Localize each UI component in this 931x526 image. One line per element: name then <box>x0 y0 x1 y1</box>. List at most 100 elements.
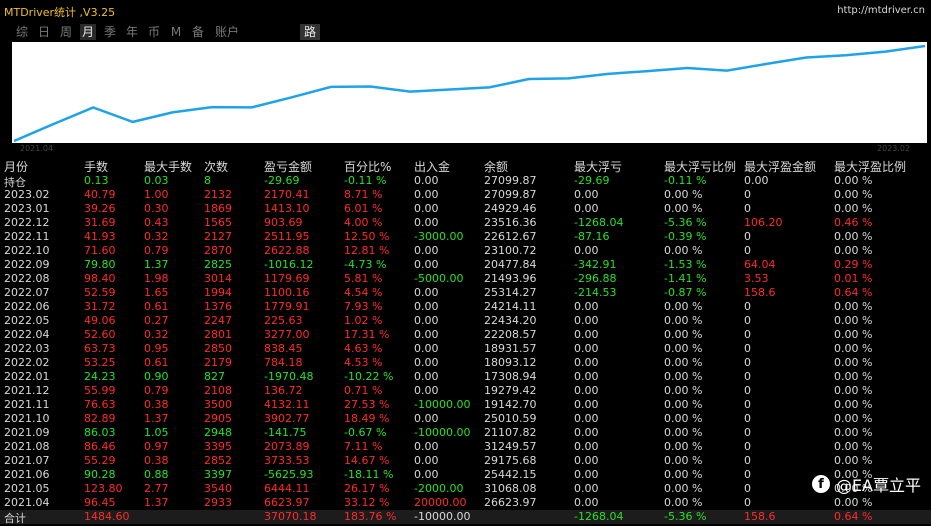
table-cell: 0.00 % <box>664 342 703 355</box>
table-cell: 8.71 % <box>344 188 383 201</box>
tab-8[interactable]: 备 <box>190 24 206 40</box>
table-row[interactable]: 2023.02 40.79 1.00 2132 2170.41 8.71 % 0.00 270… <box>0 188 931 202</box>
table-cell: 3.53 <box>744 272 769 285</box>
table-cell: 0.00 <box>414 216 439 229</box>
table-row[interactable]: 2021.12 55.99 0.79 2108 136.72 0.71 % 0.00 1927… <box>0 384 931 398</box>
table-row[interactable]: 2022.07 52.59 1.65 1994 1100.16 4.54 % 0.00 253… <box>0 286 931 300</box>
table-row[interactable]: 2021.07 55.29 0.38 2852 3733.53 14.67 % 0.00 29… <box>0 454 931 468</box>
table-row[interactable]: 2021.06 90.28 0.88 3397 -5625.93 -18.11 % 0.00… <box>0 468 931 482</box>
table-cell: 838.45 <box>264 342 303 355</box>
table-row[interactable]: 2023.01 39.26 0.30 1869 1413.10 6.01 % 0.00 249… <box>0 202 931 216</box>
table-row[interactable]: 2022.11 41.93 0.32 2127 2511.95 12.50 % -3000.… <box>0 230 931 244</box>
table-cell: 0.00 % <box>834 202 873 215</box>
tab-3[interactable]: 月 <box>80 24 96 40</box>
table-cell: 0.00 <box>574 440 599 453</box>
table-row[interactable]: 2022.02 53.25 0.61 2179 784.18 4.53 % 0.00 1809… <box>0 356 931 370</box>
table-row[interactable]: 2021.04 96.45 1.37 2933 6623.97 33.12 % 20000.… <box>0 496 931 510</box>
tab-9[interactable]: 账户 <box>212 24 242 40</box>
table-row[interactable]: 2022.04 52.60 0.32 2801 3277.00 17.31 % 0.00 22… <box>0 328 931 342</box>
table-row[interactable]: 2022.01 24.23 0.90 827 -1970.48 -10.22 % 0.00 1… <box>0 370 931 384</box>
table-cell: 0 <box>744 384 751 397</box>
table-cell: 2022.01 <box>4 370 50 383</box>
table-cell: 20477.84 <box>484 258 537 271</box>
table-cell: 0.00 <box>414 188 439 201</box>
table-cell: 2933 <box>204 496 232 509</box>
table-row[interactable]: 2022.03 63.73 0.95 2850 838.45 4.63 % 0.00 1893… <box>0 342 931 356</box>
table-cell: 158.6 <box>744 286 776 299</box>
table-cell: 2021.07 <box>4 454 50 467</box>
table-row[interactable]: 2022.06 31.72 0.61 1376 1779.91 7.93 % 0.00 242… <box>0 300 931 314</box>
table-cell: 29175.68 <box>484 454 537 467</box>
table-cell: 26623.97 <box>484 496 537 509</box>
tab-5[interactable]: 年 <box>124 24 140 40</box>
header-cell: 次数 <box>204 160 229 174</box>
table-cell: 4.54 % <box>344 286 383 299</box>
table-cell: -0.11 % <box>344 174 387 187</box>
table-cell: 96.45 <box>84 496 116 509</box>
table-cell: 0.00 <box>574 412 599 425</box>
table-cell: 33.12 % <box>344 496 390 509</box>
table-row[interactable]: 2021.10 82.89 1.37 2905 3902.77 18.49 % 0.00 25… <box>0 412 931 426</box>
table-cell: 0.00 % <box>664 496 703 509</box>
table-cell: 12.81 % <box>344 244 390 257</box>
tab-2[interactable]: 周 <box>58 24 74 40</box>
tab-4[interactable]: 季 <box>102 24 118 40</box>
table-cell: 0.00 % <box>834 244 873 257</box>
table-cell: 2.77 <box>144 482 169 495</box>
table-cell: 2852 <box>204 454 232 467</box>
table-cell: 1.02 % <box>344 314 383 327</box>
table-cell: 0.00 <box>574 482 599 495</box>
table-cell: 2023.01 <box>4 202 50 215</box>
table-cell: 8 <box>204 174 211 187</box>
table-cell: 64.04 <box>744 258 776 271</box>
tab-7[interactable]: M <box>168 24 184 40</box>
table-row[interactable]: 2021.05 123.80 2.77 3540 6444.11 26.17 % -2000… <box>0 482 931 496</box>
table-cell: 52.60 <box>84 328 116 341</box>
table-cell: 2021.08 <box>4 440 50 453</box>
table-cell: 2022.06 <box>4 300 50 313</box>
table-row[interactable]: 2022.05 49.06 0.27 2247 225.63 1.02 % 0.00 2243… <box>0 314 931 328</box>
table-cell: 0.79 <box>144 384 169 397</box>
table-cell: -1970.48 <box>264 370 314 383</box>
table-row[interactable]: 2021.11 76.63 0.38 3500 4132.11 27.53 % -10000… <box>0 398 931 412</box>
table-cell: 0 <box>744 244 751 257</box>
table-cell: 2022.11 <box>4 230 50 243</box>
table-cell: 0.00 <box>574 426 599 439</box>
table-cell: 0.00 % <box>664 384 703 397</box>
table-cell: 1.98 <box>144 272 169 285</box>
header-cell: 出入金 <box>414 160 451 174</box>
header-cell: 最大浮亏 <box>574 160 623 174</box>
table-row[interactable]: 2022.10 71.60 0.79 2870 2622.88 12.81 % 0.00 23… <box>0 244 931 258</box>
app-title: MTDriver统计 ,V3.25 <box>4 6 116 19</box>
table-row[interactable]: 持仓 0.13 0.03 8 -29.69 -0.11 % 0.00 27099.87 -29.… <box>0 174 931 189</box>
table-cell: 0.00 <box>574 468 599 481</box>
table-cell: 98.40 <box>84 272 116 285</box>
total-cell: 0.64 % <box>834 510 873 523</box>
equity-chart <box>12 42 927 143</box>
table-cell: 2825 <box>204 258 232 271</box>
table-row[interactable]: 2022.09 79.80 1.37 2825 -1016.12 -4.73 % 0.00 2… <box>0 258 931 272</box>
table-row[interactable]: 2022.12 31.69 0.43 1565 903.69 4.00 % 0.00 2351… <box>0 216 931 230</box>
table-cell: 25314.27 <box>484 286 537 299</box>
tab-6[interactable]: 币 <box>146 24 162 40</box>
total-cell: 1484.60 <box>84 510 130 523</box>
table-cell: 18093.12 <box>484 356 537 369</box>
table-cell: 0.00 <box>574 384 599 397</box>
table-row[interactable]: 2021.08 86.46 0.97 3395 2073.89 7.11 % 0.00 312… <box>0 440 931 454</box>
table-cell: 55.29 <box>84 454 116 467</box>
table-cell: 2108 <box>204 384 232 397</box>
tab-1[interactable]: 日 <box>36 24 52 40</box>
table-row[interactable]: 2022.08 98.40 1.98 3014 1179.69 5.81 % -5000.0… <box>0 272 931 286</box>
table-cell: 22612.67 <box>484 230 537 243</box>
site-link[interactable]: http://mtdriver.cn <box>837 5 925 16</box>
table-cell: 0.00 % <box>834 328 873 341</box>
table-cell: 0.88 <box>144 468 169 481</box>
table-cell: 0 <box>744 188 751 201</box>
tab-0[interactable]: 综 <box>14 24 30 40</box>
table-cell: 5.81 % <box>344 272 383 285</box>
table-row[interactable]: 2021.09 86.03 1.05 2948 -141.75 -0.67 % -10000… <box>0 426 931 440</box>
table-cell: 2022.05 <box>4 314 50 327</box>
table-cell: 0.00 % <box>834 496 873 509</box>
table-cell: 0.00 % <box>834 440 873 453</box>
tab-path[interactable]: 路径 <box>300 24 321 55</box>
